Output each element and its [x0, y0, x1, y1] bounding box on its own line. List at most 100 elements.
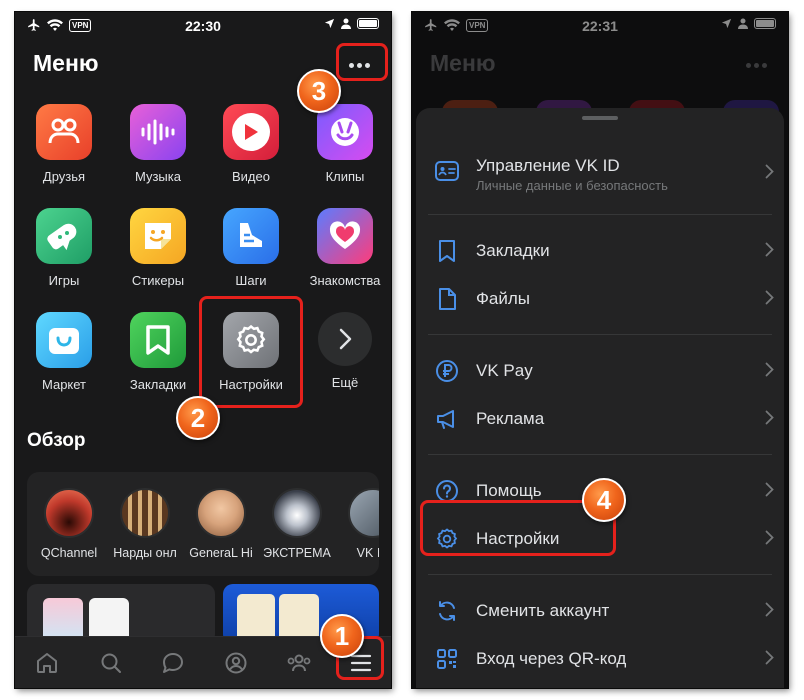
app-games[interactable]: Игры — [17, 208, 111, 308]
avatar — [120, 488, 170, 538]
menu-item-label: Управление VK ID — [476, 156, 620, 175]
games-icon — [36, 208, 92, 264]
ruble-icon — [434, 358, 460, 384]
overview-item[interactable]: ЭКСТРЕМА — [257, 488, 337, 560]
menu-item-label: Сменить аккаунт — [476, 601, 610, 620]
step-marker-1: 1 — [320, 614, 364, 658]
menu-item-label: VK Pay — [476, 361, 533, 380]
video-icon — [223, 104, 279, 160]
app-market[interactable]: Маркет — [17, 312, 111, 412]
clips-icon — [317, 104, 373, 160]
switch-account-icon — [434, 598, 460, 624]
chevron-right-icon — [765, 602, 774, 622]
id-card-icon — [434, 158, 460, 184]
menu-item-ads[interactable]: Реклама — [416, 394, 784, 442]
app-more[interactable]: Ещё — [298, 312, 391, 412]
app-label: Музыка — [135, 169, 181, 184]
bookmarks-icon — [130, 312, 186, 368]
tab-home[interactable] — [33, 649, 61, 677]
section-title-overview: Обзор — [27, 430, 86, 451]
divider — [428, 454, 772, 455]
search-icon — [101, 653, 121, 673]
battery-icon — [357, 18, 379, 29]
app-label: Знакомства — [309, 273, 381, 288]
music-icon — [130, 104, 186, 160]
app-label: Шаги — [235, 273, 267, 288]
chevron-right-icon — [765, 164, 774, 184]
app-stickers[interactable]: Стикеры — [111, 208, 205, 308]
menu-item-subtitle: Личные данные и безопасность — [476, 178, 668, 193]
message-icon — [163, 653, 183, 673]
menu-item-files[interactable]: Файлы — [416, 274, 784, 322]
avatar — [348, 488, 379, 538]
person-icon — [341, 18, 351, 29]
step-marker-2: 2 — [176, 396, 220, 440]
menu-item-bookmarks[interactable]: Закладки — [416, 226, 784, 274]
menu-item-label: Помощь — [476, 481, 542, 500]
stickers-icon — [130, 208, 186, 264]
app-label: Видео — [232, 169, 270, 184]
game-card[interactable] — [27, 584, 215, 644]
app-label: Клипы — [325, 169, 365, 184]
step-marker-3: 3 — [297, 69, 341, 113]
app-label: Закладки — [129, 377, 187, 392]
highlight-settings-app — [199, 296, 303, 408]
overview-item-label: ЭКСТРЕМА — [263, 546, 331, 560]
app-clips[interactable]: Клипы — [298, 104, 391, 204]
chevron-right-icon — [765, 242, 774, 262]
divider — [428, 214, 772, 215]
step-marker-4: 4 — [582, 478, 626, 522]
overview-item-label: VK IN — [356, 546, 379, 560]
menu-item-qr-login[interactable]: Вход через QR-код — [416, 634, 784, 682]
chevron-right-icon — [765, 362, 774, 382]
market-icon — [36, 312, 92, 368]
menu-item-vk-id[interactable]: Управление VK ID Личные данные и безопас… — [416, 146, 784, 204]
overview-item[interactable]: GeneraL Hi — [181, 488, 261, 560]
tab-friends[interactable] — [285, 649, 313, 677]
divider — [428, 334, 772, 335]
menu-item-switch-account[interactable]: Сменить аккаунт — [416, 586, 784, 634]
menu-bottom-sheet: Управление VK ID Личные данные и безопас… — [416, 108, 784, 688]
dating-icon — [317, 208, 373, 264]
menu-item-label: Закладки — [476, 241, 550, 260]
megaphone-icon — [434, 406, 460, 432]
overview-carousel: QChannel Нарды онл GeneraL Hi ЭКСТРЕМА V… — [27, 472, 379, 576]
chevron-right-icon — [765, 290, 774, 310]
sheet-grabber[interactable] — [582, 116, 618, 120]
file-icon — [434, 286, 460, 312]
tab-search[interactable] — [97, 649, 125, 677]
overview-item-label: GeneraL Hi — [189, 546, 253, 560]
app-steps[interactable]: Шаги — [204, 208, 298, 308]
menu-item-label: Файлы — [476, 289, 531, 308]
profile-icon — [225, 652, 247, 674]
menu-item-vk-pay[interactable]: VK Pay — [416, 346, 784, 394]
chevron-right-icon — [765, 530, 774, 550]
overview-item-label: QChannel — [40, 546, 98, 560]
tab-profile[interactable] — [222, 649, 250, 677]
app-friends[interactable]: Друзья — [17, 104, 111, 204]
tab-messages[interactable] — [159, 649, 187, 677]
app-label: Маркет — [41, 377, 87, 392]
overview-item[interactable]: Нарды онл — [105, 488, 185, 560]
overview-item[interactable]: VK IN — [333, 488, 379, 560]
divider — [428, 574, 772, 575]
chevron-right-icon — [318, 312, 372, 366]
avatar — [196, 488, 246, 538]
app-label: Ещё — [331, 375, 359, 390]
qr-code-icon — [434, 646, 460, 672]
app-music[interactable]: Музыка — [111, 104, 205, 204]
app-label: Стикеры — [131, 273, 185, 288]
status-bar: VPN 22:30 — [15, 12, 391, 40]
app-video[interactable]: Видео — [204, 104, 298, 204]
friends-tab-icon — [287, 654, 311, 672]
menu-item-label: Вход через QR-код — [476, 649, 627, 668]
home-icon — [37, 653, 57, 673]
overview-item[interactable]: QChannel — [29, 488, 109, 560]
app-dating[interactable]: Знакомства — [298, 208, 391, 308]
steps-icon — [223, 208, 279, 264]
avatar — [272, 488, 322, 538]
friends-icon — [36, 104, 92, 160]
overview-item-label: Нарды онл — [113, 546, 177, 560]
highlight-more-options — [336, 43, 388, 81]
location-icon — [324, 18, 335, 29]
